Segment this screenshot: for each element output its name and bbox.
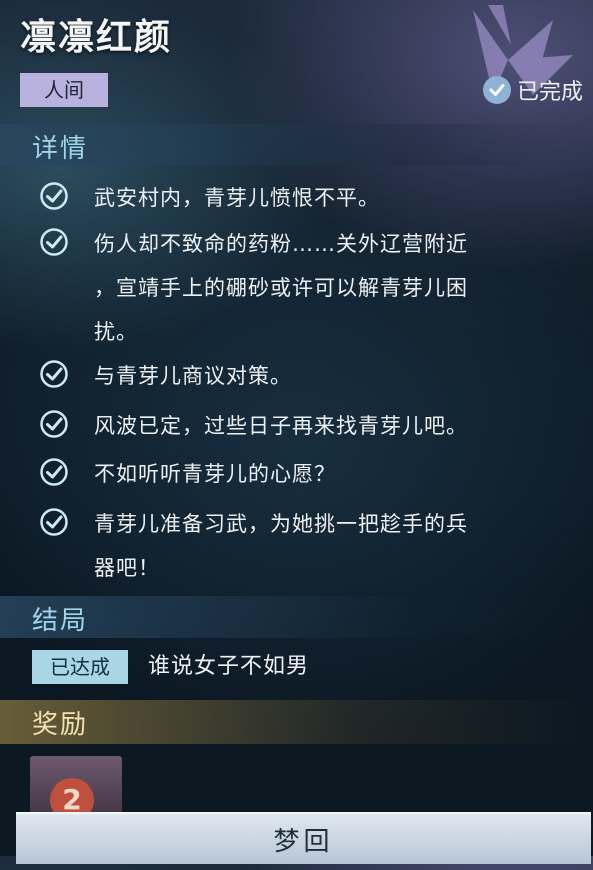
item-text: 风波已定，过些日子再来找青芽儿吧。 <box>94 414 468 438</box>
item-text: 青芽儿准备习武，为她挑一把趁手的兵 <box>94 512 468 536</box>
completion-status: 已完成 <box>482 73 583 107</box>
check-icon <box>40 458 68 486</box>
item-text: 武安村内，青芽儿愤恨不平。 <box>94 186 380 210</box>
dream-return-button[interactable]: 梦回 <box>16 812 591 864</box>
ending-heading: 结局 <box>32 606 89 636</box>
item-text: 不如听听青芽儿的心愿？ <box>94 462 336 486</box>
rewards-header-bar <box>0 700 593 744</box>
check-icon <box>40 410 68 438</box>
check-icon <box>40 182 68 210</box>
list-item: 风波已定，过些日子再来找青芽儿吧。 <box>38 404 588 448</box>
details-heading: 详情 <box>32 134 89 164</box>
rewards-heading: 奖励 <box>32 710 89 740</box>
list-item: 青芽儿准备习武，为她挑一把趁手的兵 器吧！ <box>38 502 588 590</box>
details-header-bar <box>0 124 593 166</box>
list-item: 与青芽儿商议对策。 <box>38 354 588 398</box>
ending-name: 谁说女子不如男 <box>148 654 310 679</box>
check-icon <box>40 508 68 536</box>
list-item: 伤人却不致命的药粉……关外辽营附近 ，宣靖手上的硼砂或许可以解青芽儿困 扰。 <box>38 222 588 354</box>
check-icon <box>40 360 68 388</box>
list-item: 武安村内，青芽儿愤恨不平。 <box>38 176 588 220</box>
check-circle-icon <box>482 76 511 104</box>
quest-title: 凛凛红颜 <box>20 16 173 58</box>
ending-header-bar <box>0 596 593 638</box>
realm-tag: 人间 <box>20 73 108 107</box>
status-label: 已完成 <box>516 80 583 105</box>
check-icon <box>40 228 68 256</box>
item-text: 伤人却不致命的药粉……关外辽营附近 <box>94 232 468 256</box>
item-text: 扰。 <box>94 320 138 344</box>
ending-reached-badge: 已达成 <box>32 650 128 684</box>
list-item: 不如听听青芽儿的心愿？ <box>38 452 588 496</box>
item-text: ，宣靖手上的硼砂或许可以解青芽儿困 <box>94 276 468 300</box>
item-text: 器吧！ <box>94 556 160 580</box>
item-text: 与青芽儿商议对策。 <box>94 364 292 388</box>
